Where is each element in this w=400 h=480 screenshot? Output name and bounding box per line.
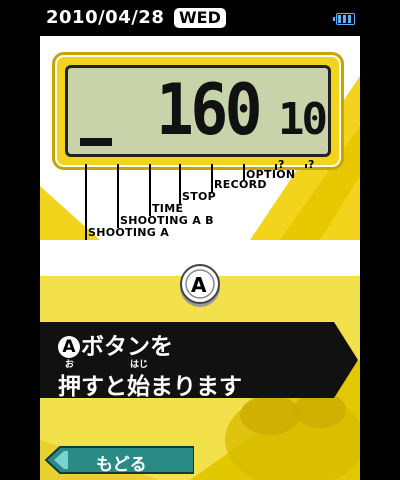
top-screen: 2010/04/28 WED 160 10 SHOOTING A SHOOTIN…: [40, 0, 360, 240]
a-glyph-icon: A: [58, 336, 80, 358]
instruction-line-2: 押すと始まります: [58, 374, 242, 400]
mode-label-stop[interactable]: STOP: [182, 190, 216, 203]
weekday-badge: WED: [174, 8, 226, 28]
game-screen: 2010/04/28 WED 160 10 SHOOTING A SHOOTIN…: [40, 0, 360, 480]
stopwatch-main-digits: 160: [156, 69, 263, 151]
mode-label-shooting-ab[interactable]: SHOOTING A B: [120, 214, 214, 227]
mode-label-unknown-2[interactable]: ?: [308, 158, 315, 171]
instruction-line-1-text: ボタンを: [81, 334, 173, 360]
mode-label-unknown-1[interactable]: ?: [278, 158, 285, 171]
stopwatch-indicator: [80, 138, 112, 146]
stopwatch-display: 160 10: [65, 65, 331, 157]
mode-label-shooting-a[interactable]: SHOOTING A: [88, 226, 169, 239]
a-button-letter: A: [191, 273, 207, 297]
status-bar: 2010/04/28 WED: [40, 0, 360, 36]
battery-icon: [333, 13, 355, 25]
mode-label-option[interactable]: OPTION: [246, 168, 295, 181]
date-text: 2010/04/28: [46, 7, 165, 28]
mode-label-time[interactable]: TIME: [152, 202, 183, 215]
bottom-screen[interactable]: A A ボタンを お はじ 押すと始まります もどる: [40, 240, 360, 480]
stopwatch-small-digits: 10: [278, 94, 328, 145]
instruction-line-1: A ボタンを: [58, 327, 173, 361]
back-button-label[interactable]: もどる: [96, 450, 147, 475]
stopwatch-display-frame: 160 10: [52, 52, 344, 170]
